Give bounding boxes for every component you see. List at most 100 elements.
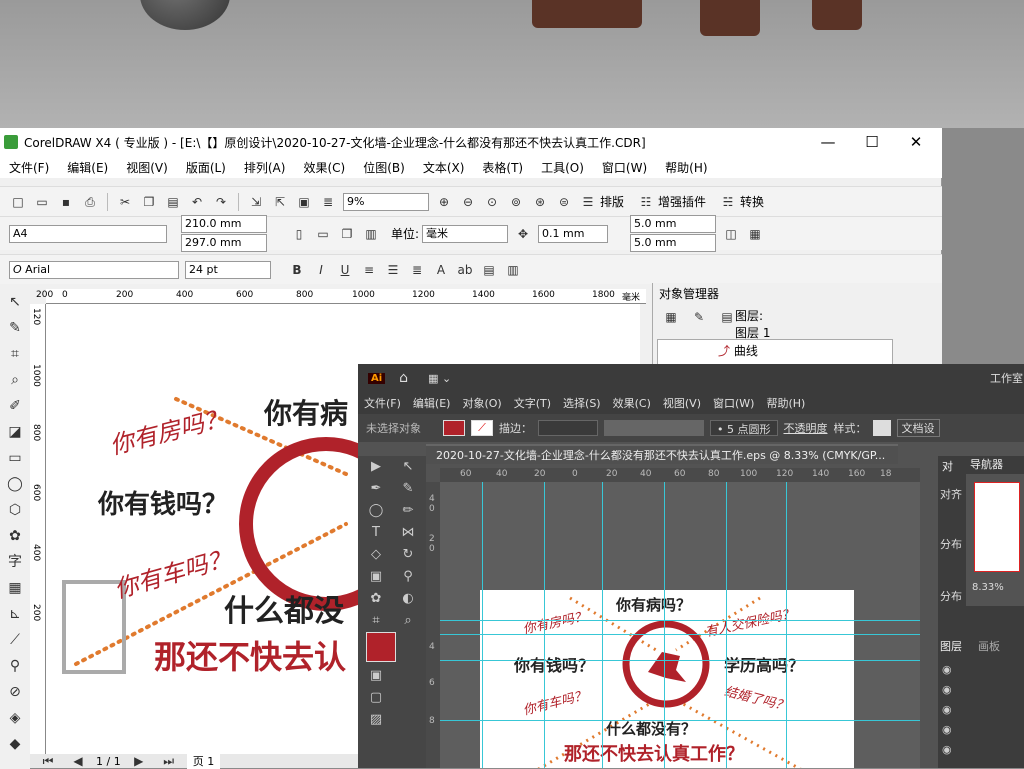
zoom-tool-icon[interactable]: ⌕ xyxy=(394,610,422,632)
maximize-button[interactable]: ☐ xyxy=(852,132,892,152)
curvature-tool-icon[interactable]: ✎ xyxy=(394,478,422,500)
eye-icon[interactable]: ◉ xyxy=(942,740,1022,760)
ellipse-tool-icon[interactable]: ◯ xyxy=(0,471,30,497)
symbol-tool-icon[interactable]: ✿ xyxy=(362,588,390,610)
plugin-icon[interactable]: ☷ xyxy=(637,194,655,210)
zoom-page-icon[interactable]: ⊙ xyxy=(483,194,501,210)
interactive-fill-icon[interactable]: ◆ xyxy=(0,731,30,757)
eraser-tool-icon[interactable]: ◇ xyxy=(362,544,390,566)
ai-menu-object[interactable]: 对象(O) xyxy=(456,395,507,411)
width-tool-icon[interactable]: ⋈ xyxy=(394,522,422,544)
menu-help[interactable]: 帮助(H) xyxy=(656,159,716,176)
save-icon[interactable]: ▪ xyxy=(57,194,75,210)
ai-menu-type[interactable]: 文字(T) xyxy=(508,395,557,411)
eyedropper-tool-icon[interactable]: ⚲ xyxy=(394,566,422,588)
import-icon[interactable]: ⇲ xyxy=(247,194,265,210)
underline-icon[interactable]: U xyxy=(336,262,354,278)
document-setup-button[interactable]: 文档设 xyxy=(896,419,940,437)
ai-menu-help[interactable]: 帮助(H) xyxy=(760,395,811,411)
italic-icon[interactable]: I xyxy=(312,262,330,278)
eye-icon[interactable]: ◉ xyxy=(942,680,1022,700)
zoom-tool-icon[interactable]: ⌕ xyxy=(0,367,30,393)
cut-icon[interactable]: ✂ xyxy=(116,194,134,210)
eye-icon[interactable]: ◉ xyxy=(942,660,1022,680)
next-page-icon[interactable]: ▶ xyxy=(130,753,148,769)
layer-manager-icon[interactable]: ▤ xyxy=(718,309,736,325)
bold-icon[interactable]: B xyxy=(288,262,306,278)
navigator-preview[interactable] xyxy=(974,482,1020,572)
blend-tool-icon[interactable]: ◐ xyxy=(394,588,422,610)
zoom-all-icon[interactable]: ⊜ xyxy=(555,194,573,210)
menu-text[interactable]: 文本(X) xyxy=(414,159,474,176)
menu-view[interactable]: 视图(V) xyxy=(117,159,177,176)
redo-icon[interactable]: ↷ xyxy=(212,194,230,210)
fill-tool-icon[interactable]: ◈ xyxy=(0,705,30,731)
vertical-text-icon[interactable]: ▥ xyxy=(504,262,522,278)
outline-tool-icon[interactable]: ⊘ xyxy=(0,679,30,705)
rotate-tool-icon[interactable]: ↻ xyxy=(394,544,422,566)
table-tool-icon[interactable]: ▦ xyxy=(0,575,30,601)
opacity-label[interactable]: 不透明度 xyxy=(784,420,828,436)
ai-menu-select[interactable]: 选择(S) xyxy=(557,395,607,411)
options-icon[interactable]: ≣ xyxy=(319,194,337,210)
eye-icon[interactable]: ◉ xyxy=(942,700,1022,720)
menu-table[interactable]: 表格(T) xyxy=(473,159,532,176)
units-select[interactable]: 毫米 xyxy=(422,224,509,243)
menu-window[interactable]: 窗口(W) xyxy=(593,159,656,176)
page-width-input[interactable]: 210.0 mm xyxy=(181,215,267,233)
nudge-input[interactable]: 0.1 mm xyxy=(538,224,609,243)
menu-layout[interactable]: 版面(L) xyxy=(177,159,235,176)
minimize-button[interactable]: — xyxy=(808,132,848,152)
stroke-swatch[interactable]: ⟋ xyxy=(471,420,493,436)
current-page-icon[interactable]: ▥ xyxy=(362,226,380,242)
text-tool-icon[interactable]: 字 xyxy=(0,549,30,575)
menu-file[interactable]: 文件(F) xyxy=(0,159,58,176)
selection-tool-icon[interactable]: ▶ xyxy=(362,456,390,478)
page-tab[interactable]: 页 1 xyxy=(186,753,221,769)
dimension-tool-icon[interactable]: ⊾ xyxy=(0,601,30,627)
menu-edit[interactable]: 编辑(E) xyxy=(58,159,117,176)
menu-effects[interactable]: 效果(C) xyxy=(294,159,354,176)
navigator-tab[interactable]: 导航器 xyxy=(966,456,1024,474)
menu-tools[interactable]: 工具(O) xyxy=(532,159,593,176)
style-swatch[interactable] xyxy=(872,420,891,436)
connector-tool-icon[interactable]: ⟋ xyxy=(0,627,30,653)
duplicate-y-input[interactable]: 5.0 mm xyxy=(630,234,717,252)
close-button[interactable]: ✕ xyxy=(896,132,936,152)
page-size-select[interactable]: A4 xyxy=(9,224,167,243)
color-modes-icon[interactable]: ▣ ▢ ▨ xyxy=(362,665,390,727)
rectangle-tool-icon[interactable]: ▭ xyxy=(0,445,30,471)
home-icon[interactable]: ⌂ xyxy=(399,370,408,386)
workspace-label[interactable]: 工作室 xyxy=(990,370,1023,386)
prev-page-icon[interactable]: ◀ xyxy=(69,753,87,769)
eye-icon[interactable]: ◉ xyxy=(942,720,1022,740)
smart-fill-icon[interactable]: ◪ xyxy=(0,419,30,445)
zoom-height-icon[interactable]: ⊛ xyxy=(531,194,549,210)
gradient-tool-icon[interactable]: ▣ xyxy=(362,566,390,588)
character-format-icon[interactable]: A xyxy=(432,262,450,278)
artboards-tab[interactable]: 画板 xyxy=(978,638,1000,654)
pick-tool-icon[interactable]: ↖ xyxy=(0,289,30,315)
convert-icon[interactable]: ☵ xyxy=(719,194,737,210)
font-select[interactable]: O Arial xyxy=(9,260,179,279)
basic-shapes-icon[interactable]: ✿ xyxy=(0,523,30,549)
zoom-select[interactable]: 9% xyxy=(343,192,429,211)
portrait-icon[interactable]: ▯ xyxy=(290,226,308,242)
eyedropper-icon[interactable]: ⚲ xyxy=(0,653,30,679)
align-icon[interactable]: ≡ xyxy=(360,262,378,278)
zoom-in-icon[interactable]: ⊕ xyxy=(435,194,453,210)
artboard[interactable]: 你有病吗？ 你有房吗？ 有人交保险吗？ 你有钱吗？ 学历高吗？ 你有车吗？ 结婚… xyxy=(480,590,854,768)
variable-width[interactable] xyxy=(604,420,704,436)
crop-tool-icon[interactable]: ⌗ xyxy=(0,341,30,367)
landscape-icon[interactable]: ▭ xyxy=(314,226,332,242)
arrange-icon[interactable]: ☰ xyxy=(579,194,597,210)
shape-tool-icon[interactable]: ✎ xyxy=(0,315,30,341)
copy-icon[interactable]: ❐ xyxy=(140,194,158,210)
direct-select-icon[interactable]: ↖ xyxy=(394,456,422,478)
layers-tab[interactable]: 图层 xyxy=(940,638,962,654)
menu-bitmaps[interactable]: 位图(B) xyxy=(354,159,414,176)
pencil-tool-icon[interactable]: ✏ xyxy=(394,500,422,522)
object-item[interactable]: 曲线 xyxy=(734,344,758,358)
zoom-out-icon[interactable]: ⊖ xyxy=(459,194,477,210)
zoom-width-icon[interactable]: ⊚ xyxy=(507,194,525,210)
